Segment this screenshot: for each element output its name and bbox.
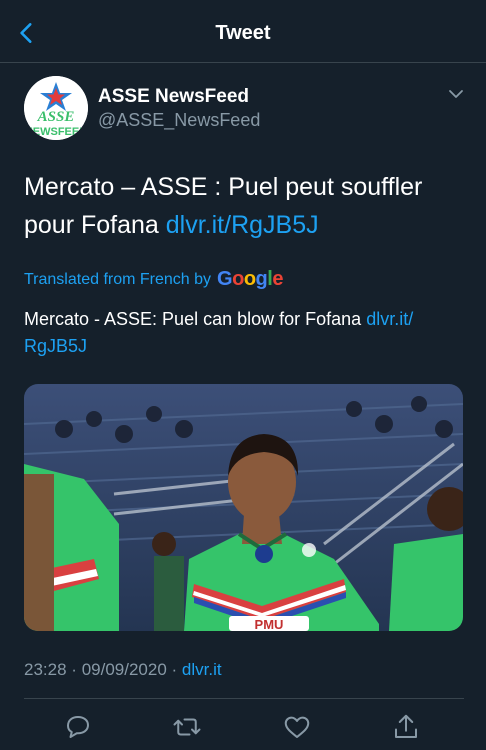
translation-label: Translated from French by <box>24 270 212 288</box>
tweet-source[interactable]: dlvr.it <box>182 660 222 679</box>
top-bar: Tweet <box>0 0 486 63</box>
divider <box>24 698 464 699</box>
tweet-text: Mercato – ASSE : Puel peut souffler pour… <box>24 168 464 244</box>
translation-attribution[interactable]: Translated from French by Google <box>24 268 283 291</box>
tweet-date: 09/09/2020 <box>81 660 167 679</box>
translated-link-part2[interactable]: RgJB5J <box>24 336 87 356</box>
author-name[interactable]: ASSE NewsFeed <box>98 86 249 108</box>
action-bar <box>0 702 486 750</box>
asse-logo-icon: ASSE NEWSFEED <box>24 76 88 140</box>
translated-link-part1[interactable]: dlvr.it/ <box>366 309 413 329</box>
tweet-link[interactable]: dlvr.it/RgJB5J <box>166 211 319 239</box>
author-avatar[interactable]: ASSE NEWSFEED <box>24 76 88 140</box>
tweet-media-image[interactable]: PMU <box>24 384 463 631</box>
svg-text:ASSE: ASSE <box>37 109 75 125</box>
svg-text:NEWSFEED: NEWSFEED <box>25 126 87 138</box>
tweet-time: 23:28 <box>24 660 67 679</box>
translated-body: Mercato - ASSE: Puel can blow for Fofana <box>24 309 362 329</box>
svg-text:PMU: PMU <box>255 617 284 631</box>
chevron-down-icon[interactable] <box>448 88 464 100</box>
reply-icon[interactable] <box>63 712 93 742</box>
tweet-meta: 23:28 · 09/09/2020 · dlvr.it <box>24 660 222 680</box>
translated-text: Mercato - ASSE: Puel can blow for Fofana… <box>24 306 464 360</box>
retweet-icon[interactable] <box>172 712 202 742</box>
share-icon[interactable] <box>391 712 421 742</box>
page-title: Tweet <box>215 22 271 44</box>
meta-separator: · <box>171 660 178 679</box>
meta-separator: · <box>71 660 77 679</box>
like-icon[interactable] <box>282 712 312 742</box>
football-player-photo: PMU <box>24 384 463 631</box>
author-handle[interactable]: @ASSE_NewsFeed <box>98 110 260 131</box>
google-logo: Google <box>217 268 283 290</box>
